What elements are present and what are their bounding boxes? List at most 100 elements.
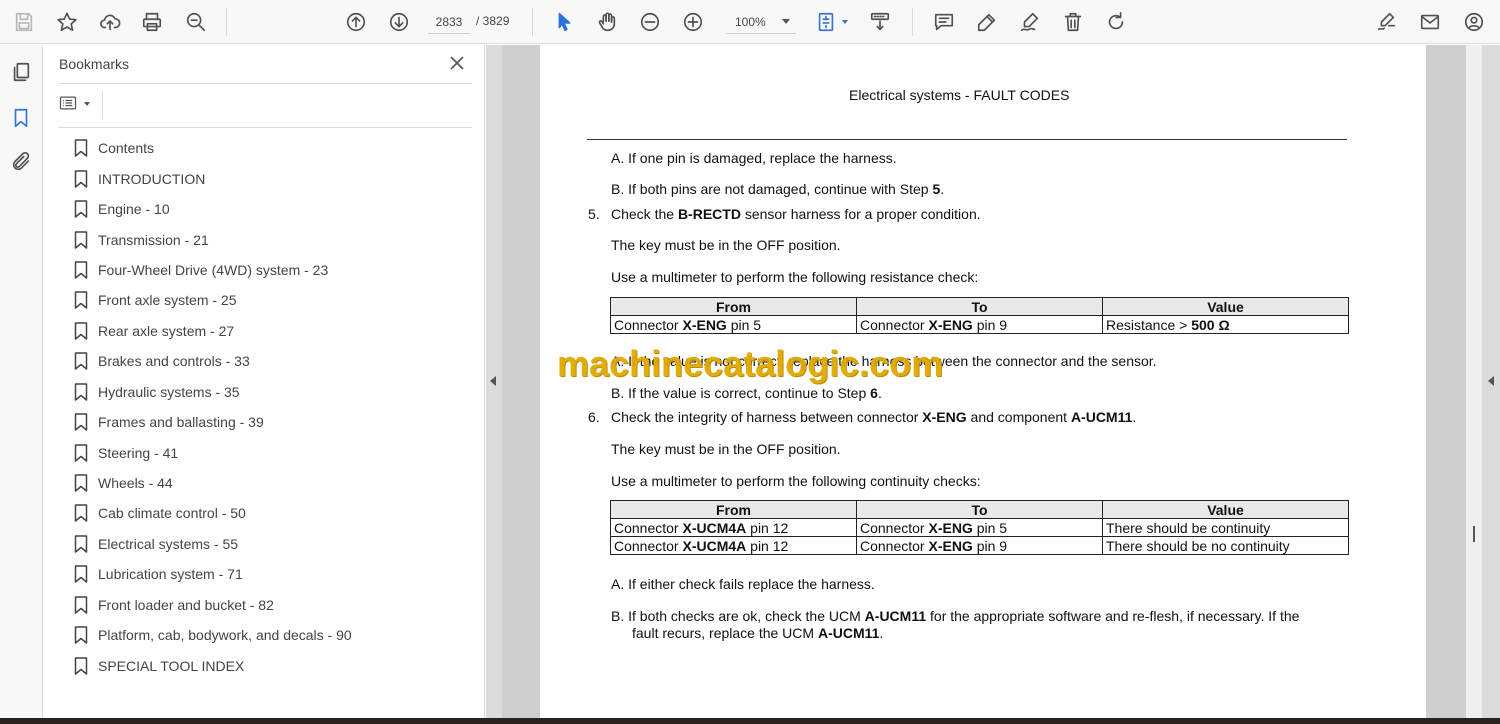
fill-sign-icon[interactable] xyxy=(1370,6,1402,38)
step6-option-a: A. If either check fails replace the har… xyxy=(611,576,875,592)
bookmark-icon xyxy=(74,352,88,371)
bookmark-label: Lubrication system - 71 xyxy=(98,566,243,583)
page-margin xyxy=(1426,45,1466,718)
bookmark-label: Platform, cab, bodywork, and decals - 90 xyxy=(98,627,352,644)
step6-option-b-line2: fault recurs, replace the UCM A-UCM11. xyxy=(632,625,884,641)
step5-option-b: B. If the value is correct, continue to … xyxy=(611,385,882,401)
table-row: Connector X-UCM4A pin 12 Connector X-ENG… xyxy=(610,536,1349,555)
bookmark-item[interactable]: Electrical systems - 55 xyxy=(74,529,474,559)
list-options-icon xyxy=(59,96,77,110)
bookmark-icon xyxy=(74,139,88,157)
panel-divider xyxy=(58,127,472,128)
attachments-paperclip-icon[interactable] xyxy=(6,147,36,177)
table-header-from: From xyxy=(610,297,857,316)
bookmark-item[interactable]: Cab climate control - 50 xyxy=(74,498,474,528)
scroll-mode-icon[interactable] xyxy=(864,6,896,38)
table-header-value: Value xyxy=(1102,297,1349,316)
highlight-pen-icon[interactable] xyxy=(971,6,1003,38)
hand-tool-icon[interactable] xyxy=(591,6,623,38)
zoom-out-icon[interactable] xyxy=(634,6,666,38)
bookmark-item[interactable]: INTRODUCTION xyxy=(74,163,474,193)
table-cell-to: Connector X-ENG pin 9 xyxy=(856,315,1103,334)
table-header-row: From To Value xyxy=(610,297,1349,316)
bookmark-item[interactable]: SPECIAL TOOL INDEX xyxy=(74,650,474,680)
table-cell-value: There should be continuity xyxy=(1102,518,1349,537)
expand-right-pane-arrow-icon[interactable] xyxy=(1488,376,1494,386)
close-icon[interactable] xyxy=(446,52,468,74)
collapse-panel-arrow-icon[interactable] xyxy=(490,376,496,386)
email-icon[interactable] xyxy=(1414,6,1446,38)
bookmark-star-icon[interactable] xyxy=(51,6,83,38)
vertical-scrollbar[interactable] xyxy=(1466,45,1482,718)
delete-trash-icon[interactable] xyxy=(1057,6,1089,38)
rotate-redo-icon[interactable] xyxy=(1100,6,1132,38)
toolbar-divider xyxy=(912,8,913,36)
table-cell-to: Connector X-ENG pin 9 xyxy=(856,536,1103,555)
page-fit-dropdown-icon[interactable] xyxy=(842,20,848,24)
bookmark-item[interactable]: Frames and ballasting - 39 xyxy=(74,407,474,437)
zoom-in-icon[interactable] xyxy=(677,6,709,38)
bookmark-label: Front axle system - 25 xyxy=(98,292,237,309)
continuity-check-table: From To Value Connector X-UCM4A pin 12 C… xyxy=(610,500,1349,555)
bookmark-item[interactable]: Transmission - 21 xyxy=(74,224,474,254)
table-header-to: To xyxy=(856,297,1103,316)
bookmark-icon xyxy=(74,169,88,188)
zoom-level-value: 100% xyxy=(735,15,766,29)
bookmark-label: Rear axle system - 27 xyxy=(98,322,235,339)
bookmark-label: Wheels - 44 xyxy=(98,475,173,492)
taskbar-strip xyxy=(0,718,1500,724)
step6-text: Check the integrity of harness between c… xyxy=(611,409,1137,425)
bookmark-icon xyxy=(74,443,88,462)
table-cell-value: Resistance > 500 Ω xyxy=(1102,315,1349,334)
next-page-icon[interactable] xyxy=(383,6,415,38)
bookmark-item[interactable]: Brakes and controls - 33 xyxy=(74,346,474,376)
bookmark-item[interactable]: Steering - 41 xyxy=(74,437,474,467)
print-icon[interactable] xyxy=(136,6,168,38)
bookmark-icon xyxy=(74,261,88,279)
chevron-down-icon xyxy=(84,102,90,106)
comment-icon[interactable] xyxy=(928,6,960,38)
zoom-search-icon[interactable] xyxy=(180,6,212,38)
draw-signature-icon[interactable] xyxy=(1014,6,1046,38)
bookmark-label: Electrical systems - 55 xyxy=(98,535,239,552)
page-thumbnails-icon[interactable] xyxy=(6,57,36,87)
previous-page-icon[interactable] xyxy=(340,6,372,38)
bookmark-item[interactable]: Front loader and bucket - 82 xyxy=(74,590,474,620)
bookmark-options-button[interactable] xyxy=(58,93,94,115)
account-icon[interactable] xyxy=(1458,6,1490,38)
bookmark-label: Hydraulic systems - 35 xyxy=(98,383,240,400)
select-cursor-icon[interactable] xyxy=(548,6,580,38)
step4-option-b: B. If both pins are not damaged, continu… xyxy=(611,181,945,197)
toolbar-divider xyxy=(226,8,227,36)
zoom-level-select[interactable]: 100% xyxy=(726,10,796,34)
bookmarks-panel-icon[interactable] xyxy=(6,103,36,133)
toolbar-divider xyxy=(532,8,533,36)
bookmark-label: Front loader and bucket - 82 xyxy=(98,596,274,613)
save-icon[interactable] xyxy=(8,6,40,38)
bookmark-item[interactable]: Four-Wheel Drive (4WD) system - 23 xyxy=(74,255,474,285)
step6-multimeter-note: Use a multimeter to perform the followin… xyxy=(611,473,981,489)
bookmark-item[interactable]: Lubrication system - 71 xyxy=(74,559,474,589)
table-row: Connector X-ENG pin 5 Connector X-ENG pi… xyxy=(610,315,1349,334)
step6-key-note: The key must be in the OFF position. xyxy=(611,441,841,457)
upload-cloud-icon[interactable] xyxy=(94,6,126,38)
page-total-label: / 3829 xyxy=(476,14,510,28)
bookmark-item[interactable]: Wheels - 44 xyxy=(74,468,474,498)
bookmark-item[interactable]: Front axle system - 25 xyxy=(74,285,474,315)
page-number-input[interactable] xyxy=(428,10,470,34)
pdf-page: Electrical systems - FAULT CODES A. If o… xyxy=(540,45,1426,718)
watermark: machinecatalogic.com xyxy=(557,343,944,384)
bookmark-icon xyxy=(74,200,88,218)
bookmark-item[interactable]: Rear axle system - 27 xyxy=(74,316,474,346)
bookmark-item[interactable]: Platform, cab, bodywork, and decals - 90 xyxy=(74,620,474,650)
step4-option-a: A. If one pin is damaged, replace the ha… xyxy=(611,150,897,166)
step6-number: 6. xyxy=(588,409,600,425)
bookmark-label: Contents xyxy=(98,140,155,157)
bookmark-item[interactable]: Contents xyxy=(74,133,474,163)
bookmark-item[interactable]: Engine - 10 xyxy=(74,194,474,224)
page-fit-icon[interactable] xyxy=(810,6,842,38)
scrollbar-thumb[interactable] xyxy=(1473,526,1475,542)
bookmark-label: Frames and ballasting - 39 xyxy=(98,414,264,431)
bookmark-item[interactable]: Hydraulic systems - 35 xyxy=(74,377,474,407)
bookmark-icon xyxy=(74,565,88,584)
